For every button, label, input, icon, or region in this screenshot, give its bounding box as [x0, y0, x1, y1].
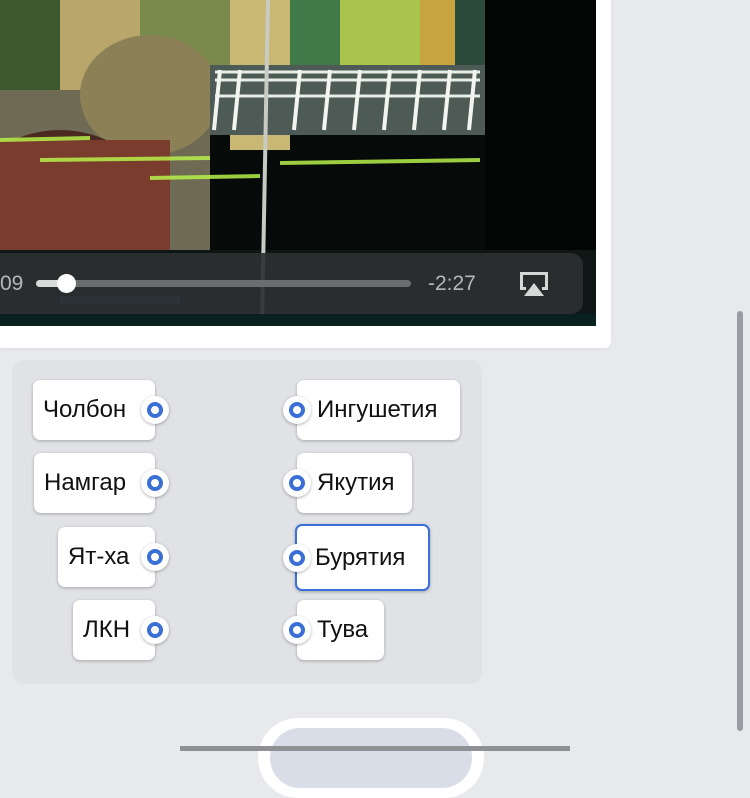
- left-item-label: Ят-ха: [68, 543, 130, 570]
- right-item-ingushetia[interactable]: Ингушетия: [283, 380, 460, 440]
- left-item-yat-kha[interactable]: Ят-ха: [58, 527, 169, 587]
- connector-dot[interactable]: [141, 543, 169, 571]
- submit-button[interactable]: [258, 718, 484, 798]
- connector-dot[interactable]: [283, 544, 311, 572]
- right-item-yakutia[interactable]: Якутия: [283, 453, 412, 513]
- home-indicator: [180, 746, 570, 751]
- connector-dot[interactable]: [283, 616, 311, 644]
- left-item-label: ЛКН: [83, 616, 131, 643]
- right-item-buryatia[interactable]: Бурятия: [283, 524, 430, 591]
- left-item-label: Намгар: [44, 469, 127, 496]
- left-item-lkn[interactable]: ЛКН: [73, 600, 169, 660]
- video-card: 09 -2:27: [0, 0, 611, 348]
- right-item-label: Якутия: [317, 469, 395, 496]
- airplay-icon[interactable]: [517, 269, 551, 299]
- video-controls: 09 -2:27: [0, 253, 583, 314]
- progress-bar[interactable]: [36, 274, 411, 293]
- connector-dot[interactable]: [141, 396, 169, 424]
- scrollbar[interactable]: [737, 311, 743, 731]
- left-item-cholbon[interactable]: Чолбон: [33, 380, 169, 440]
- time-elapsed: 09: [0, 272, 24, 295]
- progress-knob[interactable]: [57, 274, 76, 293]
- video-player[interactable]: 09 -2:27: [0, 0, 596, 326]
- connector-dot[interactable]: [283, 396, 311, 424]
- connector-dot[interactable]: [141, 469, 169, 497]
- right-item-label: Ингушетия: [317, 396, 438, 423]
- time-remaining: -2:27: [428, 272, 476, 295]
- left-item-namgar[interactable]: Намгар: [34, 453, 169, 513]
- connector-dot[interactable]: [283, 469, 311, 497]
- matching-panel: Чолбон Намгар Ят-ха ЛКН Ингушетия Якутия…: [12, 360, 482, 684]
- right-item-label: Бурятия: [315, 544, 406, 571]
- connector-dot[interactable]: [141, 616, 169, 644]
- left-item-label: Чолбон: [43, 396, 127, 423]
- right-item-label: Тува: [317, 616, 369, 643]
- submit-button-inner: [270, 728, 472, 788]
- right-item-tuva[interactable]: Тува: [283, 600, 384, 660]
